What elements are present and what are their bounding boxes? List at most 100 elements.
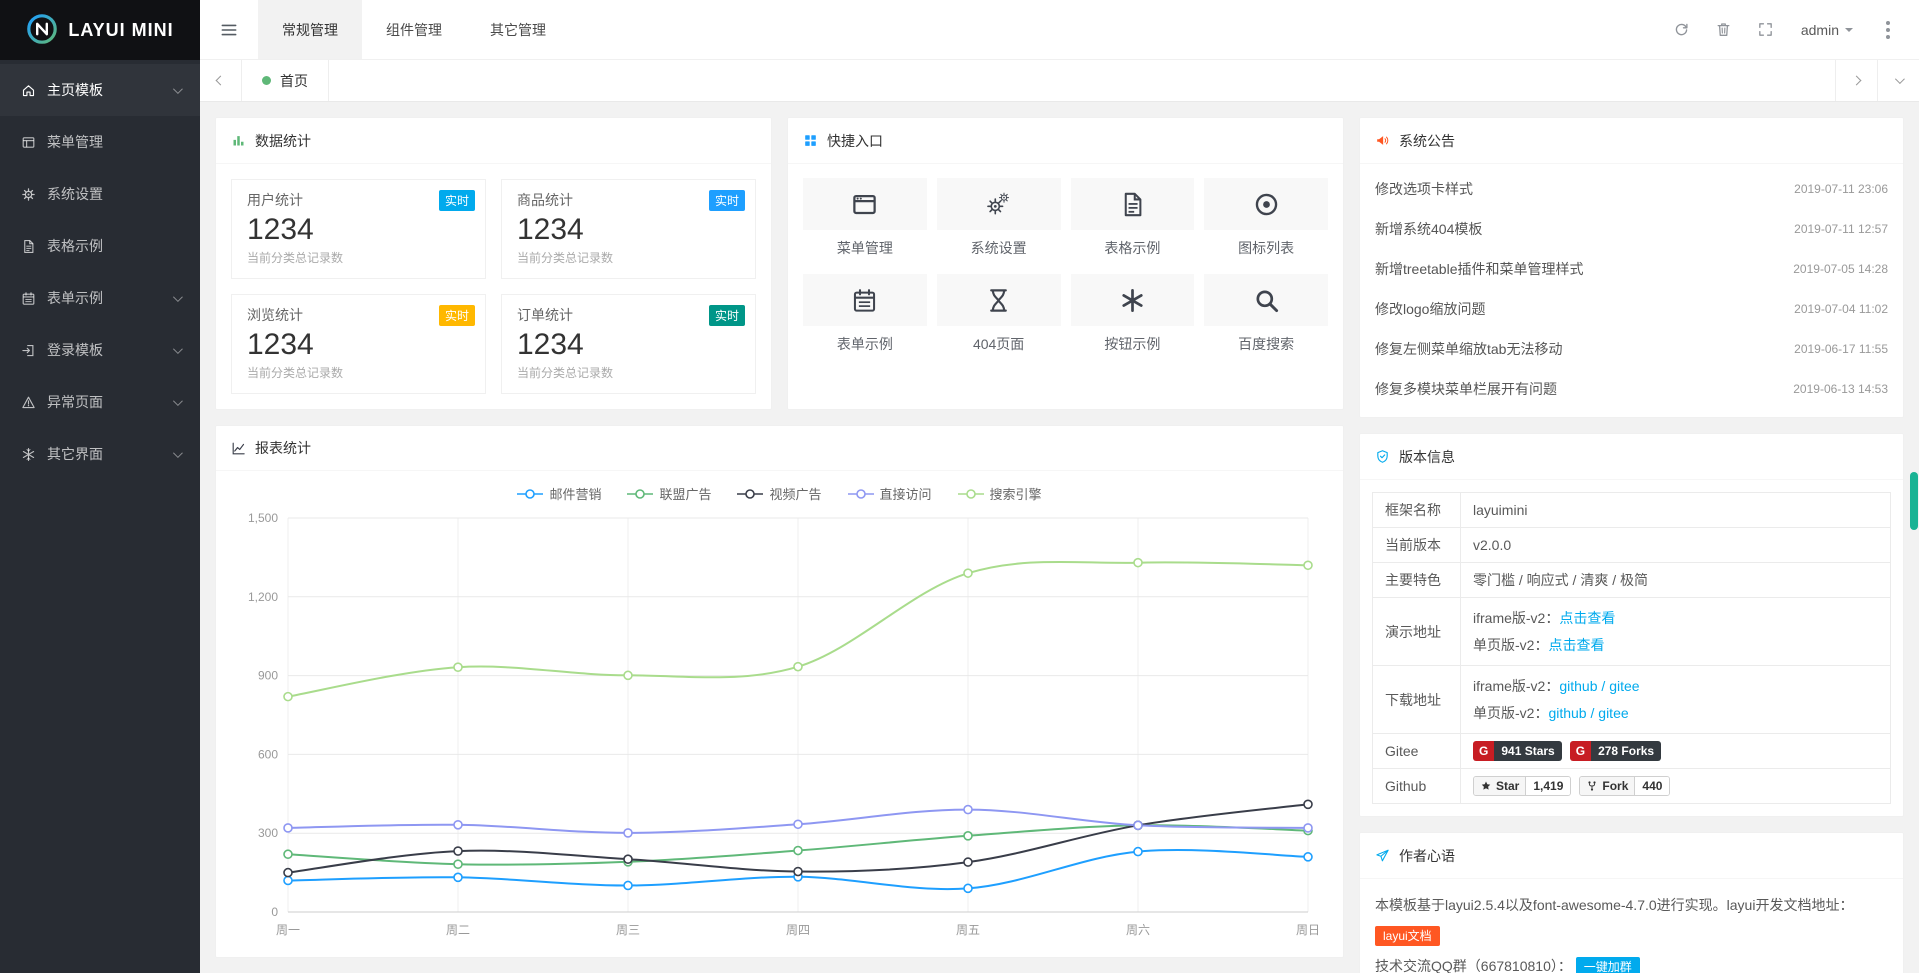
version-label: 框架名称 [1373, 493, 1461, 528]
more-menu-button[interactable] [1867, 0, 1909, 60]
menu-icon [20, 134, 36, 150]
tabs-scroll-left-button[interactable] [200, 60, 242, 101]
svg-text:周日: 周日 [1296, 923, 1320, 937]
chevron-down-icon [173, 451, 180, 458]
svg-text:周二: 周二 [446, 923, 470, 937]
announcement-item-2[interactable]: 新增treetable插件和菜单管理样式2019-07-05 14:28 [1375, 249, 1888, 289]
text-link[interactable]: github [1559, 678, 1597, 694]
gear-icon [20, 186, 36, 202]
legend-item-4[interactable]: 搜索引擎 [958, 484, 1042, 503]
svg-text:600: 600 [258, 747, 278, 761]
sidebar-item-5[interactable]: 登录模板 [0, 324, 200, 376]
gitee-badge-1[interactable]: G278 Forks [1570, 741, 1661, 761]
card-title: 系统公告 [1399, 131, 1455, 151]
github-badge-0[interactable]: Star1,419 [1473, 776, 1571, 796]
sidebar-item-3[interactable]: 表格示例 [0, 220, 200, 272]
tabs-menu-button[interactable] [1877, 60, 1919, 101]
text-link[interactable]: github [1548, 705, 1586, 721]
window-icon [803, 178, 927, 230]
star-icon [1480, 780, 1492, 792]
quick-entry-0[interactable]: 菜单管理 [803, 178, 927, 258]
text-link[interactable]: gitee [1598, 705, 1628, 721]
legend-item-1[interactable]: 联盟广告 [627, 484, 711, 503]
quick-entry-7[interactable]: 百度搜索 [1204, 274, 1328, 354]
version-label: Gitee [1373, 734, 1461, 769]
sidebar-item-2[interactable]: 系统设置 [0, 168, 200, 220]
sidebar-fold-button[interactable] [200, 0, 258, 59]
version-row-2: 主要特色零门槛 / 响应式 / 清爽 / 极简 [1373, 563, 1891, 598]
sidebar-item-1[interactable]: 菜单管理 [0, 116, 200, 168]
refresh-button[interactable] [1661, 0, 1703, 60]
login-icon [20, 342, 36, 358]
stat-box-1: 商品统计1234当前分类总记录数实时 [501, 179, 756, 279]
fullscreen-button[interactable] [1745, 0, 1787, 60]
quick-entry-5[interactable]: 404页面 [937, 274, 1061, 354]
layui-doc-badge[interactable]: layui文档 [1375, 926, 1440, 946]
active-tab-dot-icon [262, 76, 271, 85]
sidebar-item-6[interactable]: 异常页面 [0, 376, 200, 428]
github-badge-count: 440 [1635, 777, 1669, 795]
version-row-5: Gitee G941 Stars G278 Forks [1373, 734, 1891, 769]
quick-entry-label: 表格示例 [1071, 238, 1195, 258]
announcement-item-4[interactable]: 修复左侧菜单缩放tab无法移动2019-06-17 11:55 [1375, 329, 1888, 369]
svg-text:周六: 周六 [1126, 923, 1150, 937]
stat-value: 1234 [247, 328, 470, 362]
version-label: 主要特色 [1373, 563, 1461, 598]
header-tab-1[interactable]: 组件管理 [362, 0, 466, 59]
chevron-down-icon [173, 399, 180, 406]
user-menu[interactable]: admin [1787, 0, 1867, 60]
join-qq-group-badge[interactable]: 一键加群 [1576, 957, 1640, 973]
header-tab-0[interactable]: 常规管理 [258, 0, 362, 59]
sidebar-item-7[interactable]: 其它界面 [0, 428, 200, 480]
quick-entry-1[interactable]: 系统设置 [937, 178, 1061, 258]
tabs-scroll-right-button[interactable] [1835, 60, 1877, 101]
text-link[interactable]: gitee [1609, 678, 1639, 694]
snowflake-icon [20, 446, 36, 462]
asterisk-icon [1071, 274, 1195, 326]
clear-cache-button[interactable] [1703, 0, 1745, 60]
card-header: 快捷入口 [788, 118, 1343, 164]
card-header: 报表统计 [216, 426, 1343, 471]
text-link[interactable]: 点击查看 [1548, 637, 1604, 653]
announcement-item-5[interactable]: 修复多模块菜单栏展开有问题2019-06-13 14:53 [1375, 369, 1888, 409]
announcement-item-3[interactable]: 修改logo缩放问题2019-07-04 11:02 [1375, 289, 1888, 329]
quick-entry-4[interactable]: 表单示例 [803, 274, 927, 354]
version-value: layuimini [1473, 502, 1527, 518]
text-link[interactable]: 点击查看 [1559, 610, 1615, 626]
announcement-time: 2019-07-11 23:06 [1794, 182, 1888, 196]
sidebar-item-label: 异常页面 [47, 392, 103, 412]
vertical-dots-icon [1886, 21, 1890, 39]
quick-entry-label: 图标列表 [1204, 238, 1328, 258]
github-badge-1[interactable]: Fork440 [1579, 776, 1670, 796]
quick-entry-3[interactable]: 图标列表 [1204, 178, 1328, 258]
scrollbar-thumb[interactable] [1910, 472, 1918, 530]
sidebar-item-4[interactable]: 表单示例 [0, 272, 200, 324]
sidebar-item-label: 系统设置 [47, 184, 103, 204]
card-header: 作者心语 [1360, 833, 1903, 879]
announcement-item-1[interactable]: 新增系统404模板2019-07-11 12:57 [1375, 209, 1888, 249]
announcement-item-0[interactable]: 修改选项卡样式2019-07-11 23:06 [1375, 169, 1888, 209]
realtime-badge: 实时 [709, 190, 745, 211]
search-icon [1204, 274, 1328, 326]
paper-plane-icon [1375, 848, 1390, 863]
version-row-1: 当前版本v2.0.0 [1373, 528, 1891, 563]
svg-text:1,200: 1,200 [248, 590, 278, 604]
file-icon [20, 238, 36, 254]
github-badge-count: 1,419 [1526, 777, 1570, 795]
gitee-badge-0[interactable]: G941 Stars [1473, 741, 1562, 761]
sidebar-item-0[interactable]: 主页模板 [0, 64, 200, 116]
stat-label: 订单统计 [517, 305, 740, 325]
logo[interactable]: LAYUI MINI [0, 0, 200, 60]
stat-desc: 当前分类总记录数 [247, 249, 470, 266]
quick-entry-2[interactable]: 表格示例 [1071, 178, 1195, 258]
version-line: 单页版-v2：点击查看 [1473, 632, 1878, 659]
svg-text:300: 300 [258, 826, 278, 840]
legend-item-2[interactable]: 视频广告 [737, 484, 821, 503]
fork-icon [1586, 780, 1598, 792]
legend-item-0[interactable]: 邮件营销 [517, 484, 601, 503]
quick-entry-6[interactable]: 按钮示例 [1071, 274, 1195, 354]
tab-home[interactable]: 首页 [242, 60, 329, 101]
header-tab-2[interactable]: 其它管理 [466, 0, 570, 59]
stats-grid: 用户统计1234当前分类总记录数实时商品统计1234当前分类总记录数实时浏览统计… [216, 164, 771, 409]
legend-item-3[interactable]: 直接访问 [848, 484, 932, 503]
